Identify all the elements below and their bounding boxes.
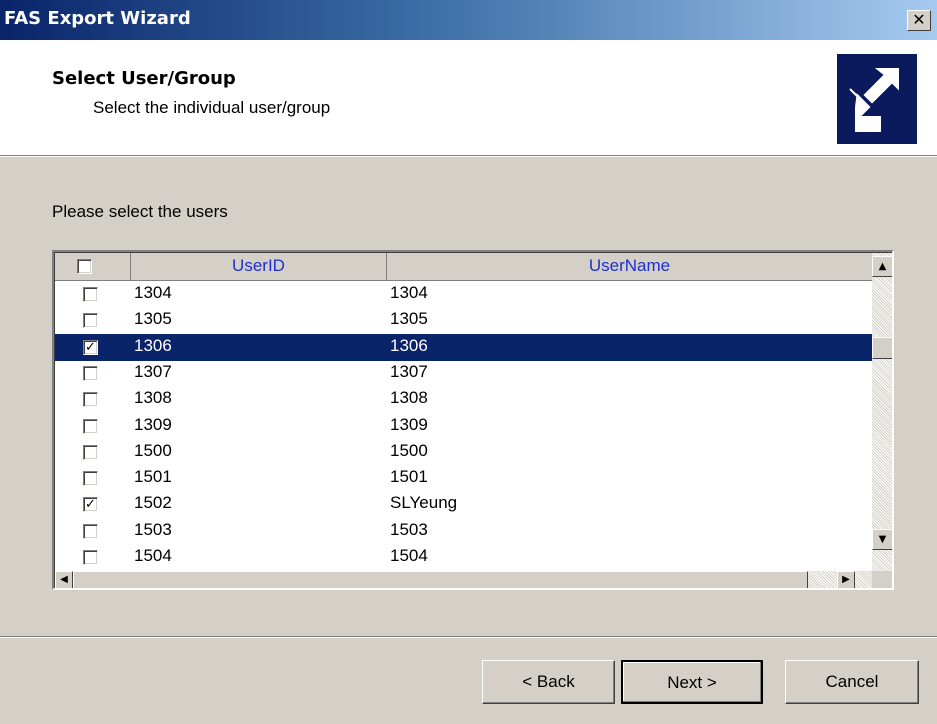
- username-cell: 1305: [390, 309, 428, 329]
- username-cell: 1501: [390, 467, 428, 487]
- row-checkbox[interactable]: [83, 392, 98, 408]
- title-bar: FAS Export Wizard ✕: [0, 0, 937, 40]
- row-checkbox[interactable]: [83, 471, 98, 487]
- scroll-left-arrow-icon[interactable]: ◀: [55, 571, 73, 588]
- table-row[interactable]: 1304 1304: [55, 281, 872, 308]
- scroll-right-arrow-icon[interactable]: ▶: [837, 571, 855, 588]
- username-cell: 1308: [390, 388, 428, 408]
- userid-cell: 1504: [134, 546, 172, 565]
- row-checkbox[interactable]: ✓: [83, 497, 98, 513]
- username-cell: 1504: [390, 546, 428, 565]
- userid-cell: 1308: [134, 388, 172, 408]
- cancel-button[interactable]: Cancel: [785, 660, 919, 704]
- table-row[interactable]: 1309 1309: [55, 413, 872, 440]
- table-row[interactable]: 1305 1305: [55, 307, 872, 334]
- close-button[interactable]: ✕: [907, 10, 931, 31]
- header-checkbox-cell: [55, 253, 131, 280]
- horizontal-scrollbar[interactable]: ◀ ▶: [55, 571, 872, 588]
- column-header-username[interactable]: UserName: [387, 253, 872, 280]
- userid-cell: 1305: [134, 309, 172, 329]
- userid-cell: 1306: [134, 335, 172, 355]
- row-checkbox[interactable]: ✓: [83, 339, 98, 355]
- row-checkbox[interactable]: [83, 550, 98, 565]
- horizontal-scroll-thumb[interactable]: [73, 571, 808, 588]
- select-users-label: Please select the users: [52, 202, 228, 221]
- vertical-scroll-thumb[interactable]: [872, 337, 892, 359]
- window-title: FAS Export Wizard: [4, 8, 191, 29]
- scroll-down-arrow-icon[interactable]: ▼: [872, 529, 892, 550]
- userid-cell: 1503: [134, 519, 172, 539]
- table-row[interactable]: 1308 1308: [55, 386, 872, 413]
- footer-divider: [0, 636, 937, 638]
- userid-cell: 1309: [134, 414, 172, 434]
- scroll-up-arrow-icon[interactable]: ▲: [872, 256, 892, 277]
- select-all-checkbox[interactable]: [77, 259, 92, 274]
- username-cell: 1309: [390, 414, 428, 434]
- table-row[interactable]: 1307 1307: [55, 360, 872, 387]
- userid-cell: 1501: [134, 467, 172, 487]
- back-button[interactable]: < Back: [482, 660, 615, 704]
- table-row[interactable]: 1501 1501: [55, 465, 872, 492]
- row-checkbox[interactable]: [83, 444, 98, 460]
- table-row[interactable]: 1504 1504: [55, 544, 872, 571]
- row-checkbox[interactable]: [83, 365, 98, 381]
- next-button[interactable]: Next >: [621, 660, 763, 704]
- username-cell: 1306: [390, 335, 428, 355]
- table-row[interactable]: ✓ 1502 SLYeung: [55, 491, 872, 518]
- username-cell: 1500: [390, 440, 428, 460]
- wizard-header: Select User/Group Select the individual …: [0, 40, 937, 157]
- userid-cell: 1502: [134, 493, 172, 513]
- list-rows: 1304 1304 1305 1305 ✓ 1306 1306 1307 1307 1308 130…: [55, 281, 872, 571]
- page-title: Select User/Group: [52, 68, 236, 89]
- userid-cell: 1307: [134, 361, 172, 381]
- username-cell: 1503: [390, 519, 428, 539]
- row-checkbox[interactable]: [83, 523, 98, 539]
- table-row[interactable]: ✓ 1306 1306: [55, 333, 872, 361]
- scroll-corner: [872, 571, 892, 588]
- username-cell: 1307: [390, 361, 428, 381]
- users-list[interactable]: UserID UserName 1304 1304 1305 1305 ✓ 1306 130…: [52, 250, 894, 590]
- export-arrows-icon: [837, 54, 917, 144]
- column-header-userid[interactable]: UserID: [131, 253, 387, 280]
- row-checkbox[interactable]: [83, 418, 98, 434]
- row-checkbox[interactable]: [83, 287, 98, 302]
- username-cell: SLYeung: [390, 493, 458, 513]
- table-row[interactable]: 1503 1503: [55, 518, 872, 545]
- row-checkbox[interactable]: [83, 313, 98, 329]
- username-cell: 1304: [390, 283, 428, 302]
- userid-cell: 1304: [134, 283, 172, 302]
- vertical-scrollbar[interactable]: ▲ ▼: [872, 253, 892, 571]
- userid-cell: 1500: [134, 440, 172, 460]
- table-row[interactable]: 1500 1500: [55, 439, 872, 466]
- list-header: UserID UserName: [55, 253, 872, 281]
- page-subtitle: Select the individual user/group: [93, 98, 331, 117]
